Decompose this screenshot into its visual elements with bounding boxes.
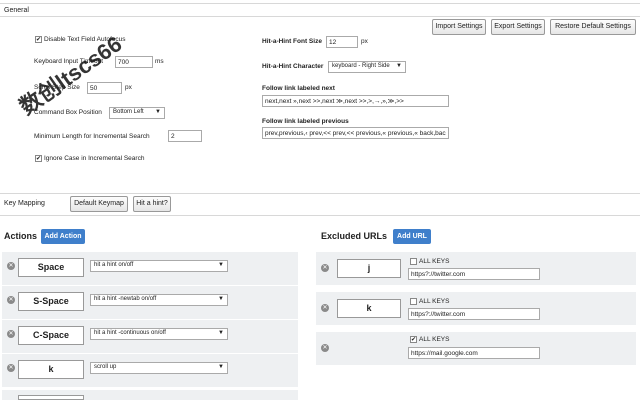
- follow-prev-label: Follow link labeled previous: [262, 118, 349, 125]
- close-circle-icon[interactable]: ✕: [321, 304, 329, 312]
- disable-autofocus-checkbox[interactable]: ✔: [35, 36, 42, 43]
- action-row: ✕ S-Space hit a hint -newtab on/off ▼: [2, 286, 298, 319]
- hint-font-size-unit: px: [361, 38, 368, 45]
- min-length-input[interactable]: [168, 130, 202, 142]
- excluded-url-row: ✕ k ALL KEYS: [316, 292, 636, 325]
- caret-down-icon: ▼: [396, 63, 402, 69]
- close-circle-icon[interactable]: ✕: [7, 364, 15, 372]
- add-url-button[interactable]: Add URL: [393, 229, 431, 244]
- hint-font-size-input[interactable]: [326, 36, 358, 48]
- add-action-button[interactable]: Add Action: [41, 229, 85, 244]
- general-divider: [0, 16, 640, 17]
- excluded-urls-title: Excluded URLs: [321, 231, 388, 241]
- top-divider: [0, 3, 640, 4]
- all-keys-label: ALL KEYS: [419, 336, 450, 343]
- action-row: ✕ Space hit a hint on/off ▼: [2, 252, 298, 285]
- action-command-select[interactable]: hit a hint -newtab on/off ▼: [90, 294, 228, 306]
- all-keys-label: ALL KEYS: [419, 258, 450, 265]
- action-command-select[interactable]: hit a hint on/off ▼: [90, 260, 228, 272]
- follow-next-label: Follow link labeled next: [262, 85, 335, 92]
- caret-down-icon: ▼: [218, 364, 224, 370]
- excluded-url-input[interactable]: [408, 268, 540, 280]
- close-circle-icon[interactable]: ✕: [7, 330, 15, 338]
- action-command-value: hit a hint on/off: [94, 262, 134, 268]
- caret-down-icon: ▼: [155, 109, 161, 115]
- close-circle-icon[interactable]: ✕: [321, 264, 329, 272]
- key-mapping-title: Key Mapping: [4, 200, 45, 207]
- all-keys-checkbox[interactable]: [410, 258, 417, 265]
- action-row: ✕ C-Space hit a hint -continuous on/off …: [2, 320, 298, 353]
- follow-next-input[interactable]: [262, 95, 449, 107]
- import-settings-button[interactable]: Import Settings: [432, 19, 486, 35]
- action-command-select[interactable]: scroll up ▼: [90, 362, 228, 374]
- keymap-bottom-divider: [0, 215, 640, 216]
- all-keys-checkbox[interactable]: ✔: [410, 336, 417, 343]
- caret-down-icon: ▼: [218, 330, 224, 336]
- scroll-step-unit: px: [125, 84, 132, 91]
- scroll-step-input[interactable]: [87, 82, 122, 94]
- action-command-value: scroll up: [94, 364, 117, 370]
- hint-character-select[interactable]: keyboard - Right Side ▼: [328, 61, 406, 73]
- all-keys-checkbox[interactable]: [410, 298, 417, 305]
- action-key-field[interactable]: k: [18, 360, 84, 379]
- hint-character-label: Hit-a-Hint Character: [262, 63, 324, 70]
- hint-character-value: keyboard - Right Side: [332, 63, 390, 69]
- checkmark-icon: ✔: [411, 337, 417, 343]
- close-circle-icon[interactable]: ✕: [321, 344, 329, 352]
- export-settings-button[interactable]: Export Settings: [491, 19, 545, 35]
- keyboard-timeout-unit: ms: [155, 58, 164, 65]
- hit-a-hint-button[interactable]: Hit a hint?: [133, 196, 171, 212]
- restore-default-settings-button[interactable]: Restore Default Settings: [550, 19, 636, 35]
- caret-down-icon: ▼: [218, 296, 224, 302]
- hint-font-size-label: Hit-a-Hint Font Size: [262, 38, 322, 45]
- checkmark-icon: ✔: [36, 37, 42, 43]
- action-key-field[interactable]: Space: [18, 258, 84, 277]
- caret-down-icon: ▼: [218, 262, 224, 268]
- excluded-key-field[interactable]: k: [337, 299, 401, 318]
- close-circle-icon[interactable]: ✕: [7, 262, 15, 270]
- excluded-url-input[interactable]: [408, 347, 540, 359]
- ignore-case-checkbox[interactable]: ✔: [35, 155, 42, 162]
- close-circle-icon[interactable]: ✕: [7, 296, 15, 304]
- command-box-select[interactable]: Bottom Left ▼: [109, 107, 165, 119]
- action-command-value: hit a hint -newtab on/off: [94, 296, 157, 302]
- follow-prev-input[interactable]: [262, 127, 449, 139]
- actions-title: Actions: [4, 231, 38, 241]
- action-key-field[interactable]: [18, 395, 84, 400]
- action-command-select[interactable]: hit a hint -continuous on/off ▼: [90, 328, 228, 340]
- command-box-value: Bottom Left: [113, 109, 144, 115]
- excluded-url-row: ✕ j ALL KEYS: [316, 252, 636, 285]
- general-title: General: [4, 7, 29, 14]
- excluded-url-row: ✕ ✔ ALL KEYS: [316, 332, 636, 365]
- action-key-field[interactable]: S-Space: [18, 292, 84, 311]
- action-row: ✕ k scroll up ▼: [2, 354, 298, 387]
- all-keys-label: ALL KEYS: [419, 298, 450, 305]
- action-key-field[interactable]: C-Space: [18, 326, 84, 345]
- ignore-case-label: Ignore Case in Incremental Search: [44, 155, 145, 162]
- default-keymap-button[interactable]: Default Keymap: [70, 196, 128, 212]
- action-row: [2, 390, 298, 400]
- min-length-label: Minimum Length for Incremental Search: [34, 133, 150, 140]
- excluded-key-field[interactable]: j: [337, 259, 401, 278]
- action-command-value: hit a hint -continuous on/off: [94, 330, 166, 336]
- keymap-top-divider: [0, 193, 640, 194]
- excluded-url-input[interactable]: [408, 308, 540, 320]
- checkmark-icon: ✔: [36, 156, 42, 162]
